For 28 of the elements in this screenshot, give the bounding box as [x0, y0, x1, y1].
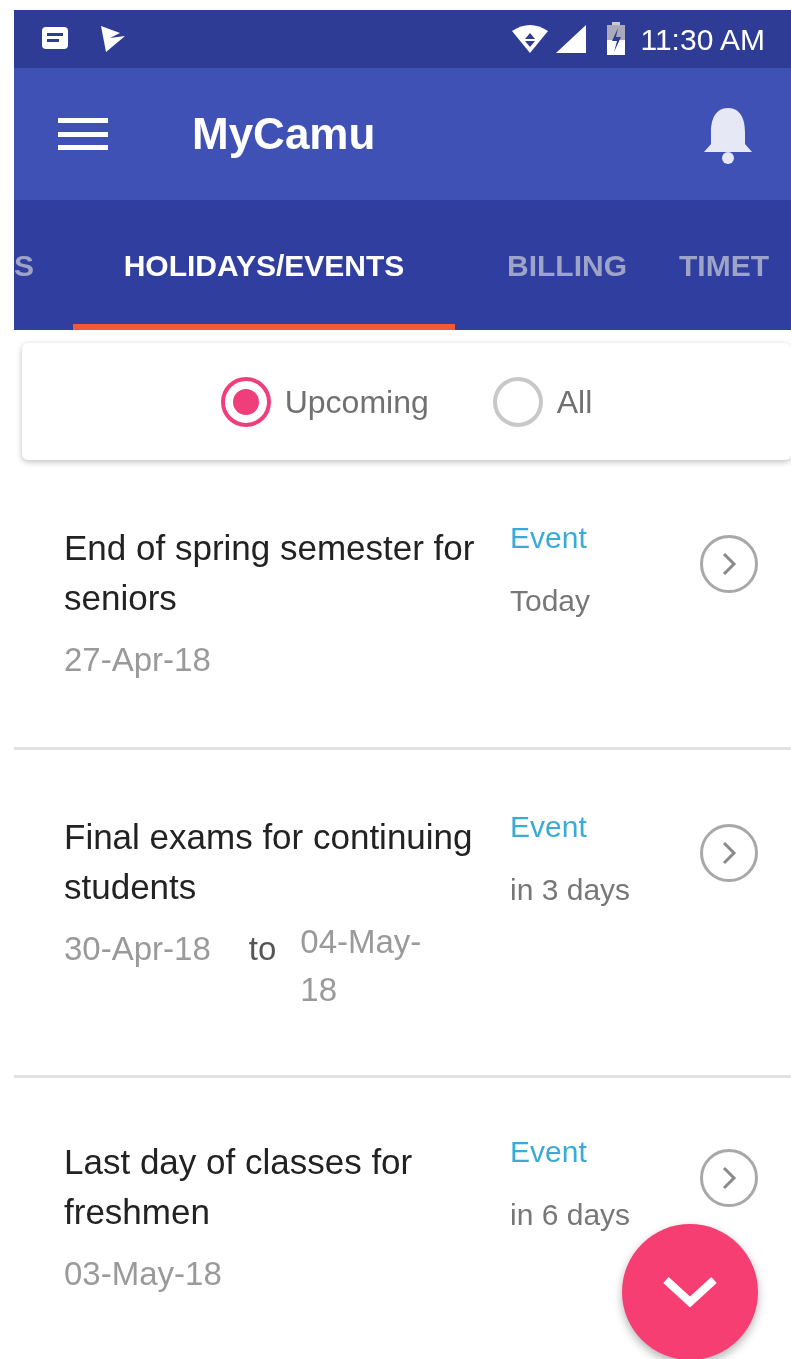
tab[interactable]: S	[14, 200, 73, 330]
wifi-icon	[510, 23, 551, 55]
tab[interactable]: BILLING	[455, 200, 679, 330]
event-relative-time: in 6 days	[510, 1197, 632, 1233]
app-title: MyCamu	[192, 108, 377, 160]
event-type: Event	[510, 808, 588, 845]
battery-icon	[606, 22, 627, 56]
date-separator: to	[248, 928, 277, 969]
event-title: Final exams for continuing students	[64, 815, 474, 908]
event-date: 30-Apr-18	[64, 928, 211, 969]
signal-icon	[554, 23, 589, 55]
tab[interactable]: TIMET	[679, 200, 791, 330]
event-type: Event	[510, 1134, 588, 1170]
event-relative-time: Today	[510, 582, 592, 619]
event-title: Last day of classes for freshmen	[64, 1141, 414, 1234]
event-date: 03-May-18	[64, 1254, 222, 1295]
chevron-right-icon[interactable]	[700, 534, 758, 593]
chevron-right-icon[interactable]	[700, 1149, 758, 1207]
chevron-right-icon[interactable]	[700, 823, 758, 882]
event-title: End of spring semester for seniors	[64, 526, 476, 619]
event-end-date: 04-May-18	[300, 921, 423, 1010]
event-relative-time: in 3 days	[510, 871, 632, 908]
event-type: Event	[510, 519, 588, 556]
menu-icon[interactable]	[58, 116, 108, 152]
tab[interactable]: HOLIDAYS/EVENTS	[73, 200, 455, 330]
status-time: 11:30 AM	[640, 21, 765, 58]
event-date: 27-Apr-18	[64, 639, 211, 680]
radio-option[interactable]: Upcoming	[220, 376, 429, 427]
